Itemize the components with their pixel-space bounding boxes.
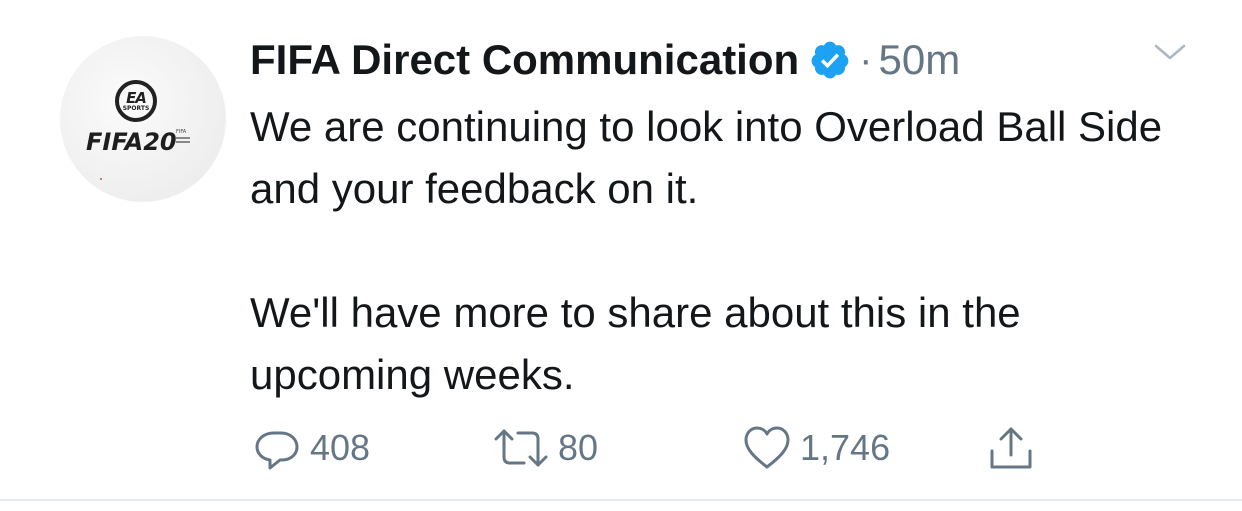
retweet-button[interactable]: 80 — [492, 420, 598, 476]
tweet-actions: 408 80 1,746 — [0, 420, 1242, 476]
chevron-down-icon[interactable] — [1152, 40, 1188, 64]
ea-logo-letters: EA — [126, 88, 147, 107]
fifa-tag-label: FIFA — [176, 129, 187, 135]
ea-logo-sports: SPORTS — [122, 104, 150, 112]
display-name[interactable]: FIFA Direct Communication — [250, 36, 799, 84]
tweet-paragraph: We are continuing to look into Overload … — [250, 103, 1163, 212]
tweet-text: We are continuing to look into Overload … — [250, 96, 1190, 406]
tweet[interactable]: EA SPORTS FIFA20 FIFA FIFA Direct Commun… — [0, 0, 1242, 501]
avatar-speck — [90, 186, 93, 189]
like-button[interactable]: 1,746 — [742, 420, 890, 476]
reply-count: 408 — [310, 427, 371, 468]
share-button[interactable] — [986, 420, 1036, 476]
reply-icon — [255, 431, 299, 470]
fifa20-logo-text: FIFA20 — [86, 128, 177, 156]
avatar-speck — [100, 178, 102, 180]
avatar[interactable]: EA SPORTS FIFA20 FIFA — [60, 36, 226, 202]
tweet-header: FIFA Direct Communication · 50m — [250, 32, 960, 88]
fifa-tag-mark: FIFA — [176, 130, 198, 148]
ea-sports-logo: EA SPORTS — [115, 80, 157, 122]
tweet-paragraph: We'll have more to share about this in t… — [250, 289, 1021, 398]
reply-button[interactable]: 408 — [252, 420, 370, 476]
retweet-icon — [494, 429, 548, 467]
retweet-count: 80 — [558, 427, 599, 468]
separator-dot: · — [859, 37, 873, 82]
share-icon — [990, 427, 1032, 469]
timestamp[interactable]: 50m — [879, 36, 961, 84]
heart-icon — [744, 426, 790, 469]
like-count: 1,746 — [800, 427, 891, 468]
verified-badge-icon — [811, 41, 849, 79]
